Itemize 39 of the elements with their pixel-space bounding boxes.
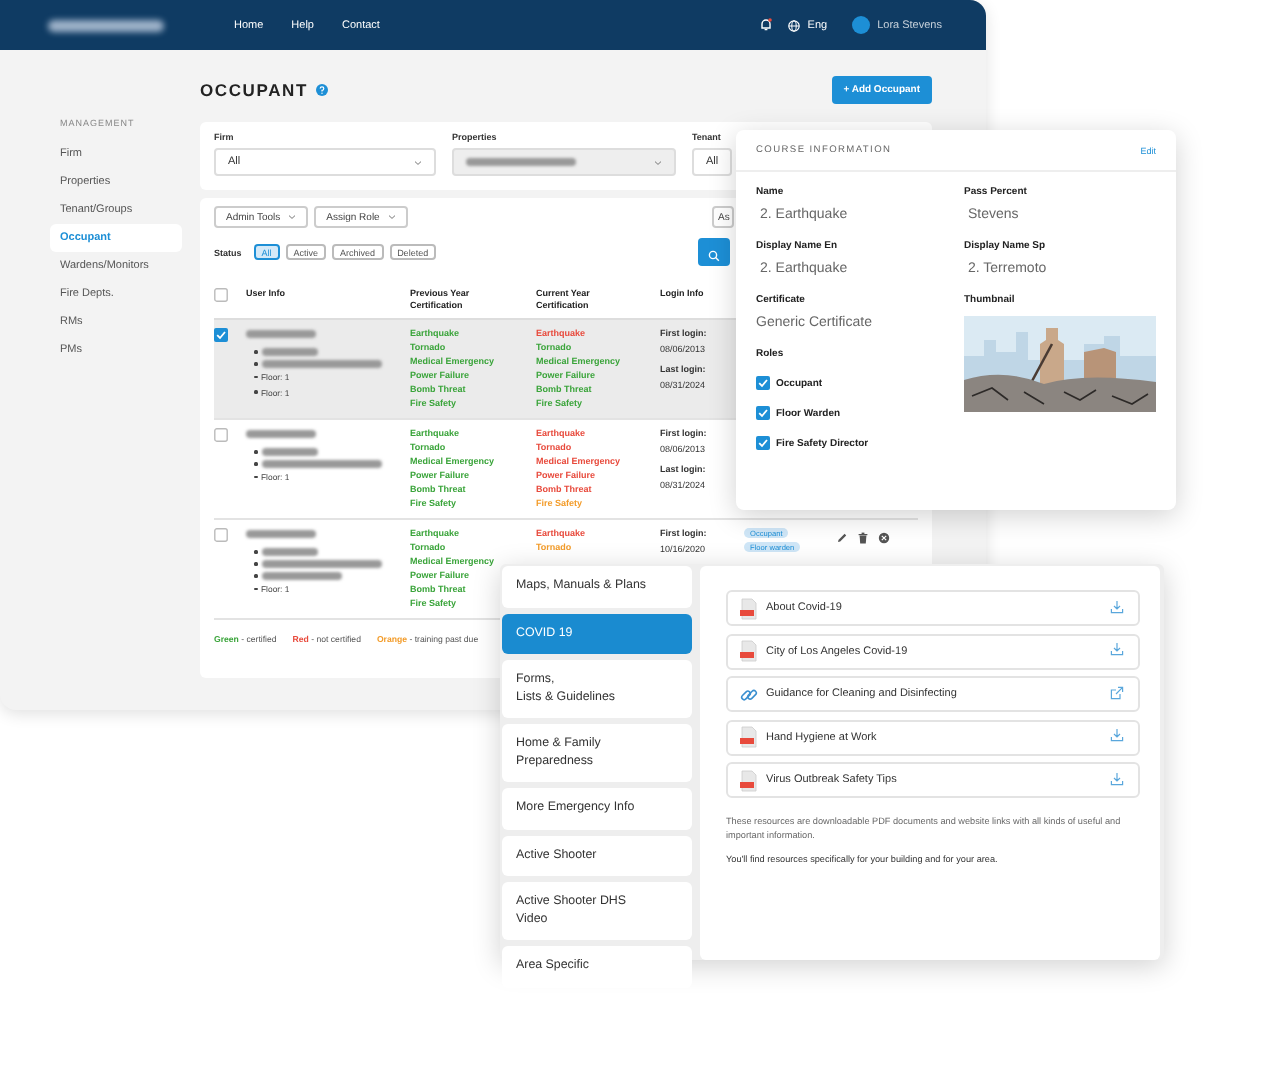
blurred-text bbox=[261, 572, 341, 579]
blurred-text bbox=[246, 430, 316, 438]
filter-dropdown[interactable] bbox=[452, 148, 676, 176]
checkbox[interactable] bbox=[214, 288, 228, 302]
trash-icon[interactable] bbox=[858, 532, 868, 544]
external-link-icon[interactable] bbox=[1110, 685, 1124, 699]
chevron-icon bbox=[414, 159, 422, 165]
blurred-text bbox=[246, 530, 316, 538]
link-icon bbox=[740, 685, 758, 703]
blurred-text bbox=[261, 360, 381, 367]
blurred-text bbox=[246, 330, 316, 338]
page-title: OCCUPANT bbox=[200, 80, 308, 100]
download-icon[interactable] bbox=[1110, 728, 1124, 742]
pdf-file-icon bbox=[740, 597, 758, 619]
chevron-icon bbox=[288, 214, 297, 220]
download-icon[interactable] bbox=[1110, 599, 1124, 613]
checkbox[interactable] bbox=[214, 528, 228, 542]
globe-icon[interactable] bbox=[787, 19, 800, 31]
blurred-text bbox=[261, 460, 381, 467]
chevron-icon bbox=[654, 159, 662, 165]
cancel-icon[interactable] bbox=[878, 532, 890, 544]
help-icon[interactable] bbox=[315, 84, 328, 96]
search-button[interactable] bbox=[698, 238, 730, 266]
checkbox[interactable] bbox=[214, 428, 228, 442]
blurred-text bbox=[261, 560, 381, 567]
blurred-text bbox=[261, 348, 317, 355]
avatar bbox=[851, 16, 870, 34]
blurred-text bbox=[261, 548, 317, 555]
blurred-logo bbox=[48, 19, 164, 31]
chevron-icon bbox=[387, 214, 396, 220]
pdf-file-icon bbox=[740, 640, 758, 662]
bell-icon[interactable] bbox=[759, 18, 772, 32]
download-icon[interactable] bbox=[1110, 771, 1124, 785]
download-icon[interactable] bbox=[1110, 642, 1124, 656]
pdf-file-icon bbox=[740, 726, 758, 748]
search-icon bbox=[708, 249, 720, 261]
pdf-file-icon bbox=[740, 769, 758, 791]
blurred-text bbox=[261, 448, 317, 455]
pencil-icon[interactable] bbox=[836, 532, 848, 544]
